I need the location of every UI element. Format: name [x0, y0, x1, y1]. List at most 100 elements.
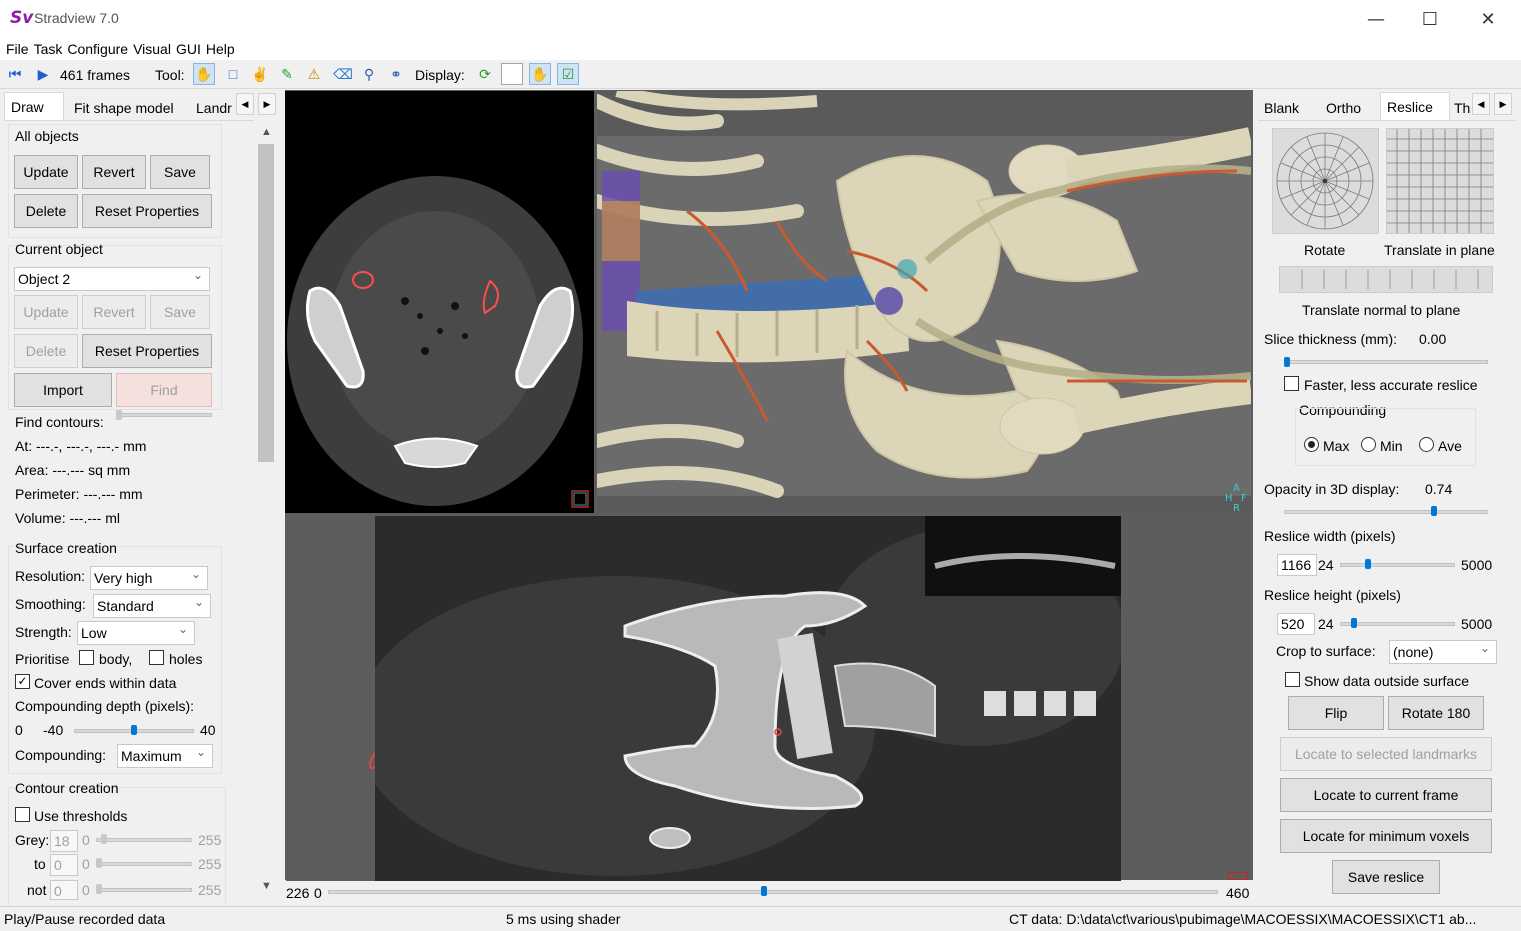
reslice-view[interactable] — [375, 516, 1121, 881]
frame-slider[interactable] — [328, 890, 1218, 894]
not-slider[interactable] — [96, 888, 192, 892]
close-icon[interactable]: ✕ — [1459, 0, 1517, 38]
reslice-width-input[interactable]: 1166 — [1277, 554, 1317, 576]
import-button[interactable]: Import — [14, 373, 112, 407]
find-contours-slider[interactable] — [116, 413, 212, 417]
find-contours-thumb[interactable] — [116, 410, 122, 420]
faster-reslice-checkbox[interactable] — [1284, 376, 1299, 391]
frame-slider-thumb[interactable] — [761, 886, 768, 896]
resolution-select[interactable]: Very high — [90, 566, 208, 590]
axial-view[interactable] — [285, 91, 594, 513]
menu-gui[interactable]: GUI — [176, 38, 201, 60]
find-button[interactable]: Find — [116, 373, 212, 407]
compounding-ave-radio[interactable] — [1419, 437, 1434, 452]
current-update-button[interactable]: Update — [14, 295, 78, 329]
right-tab-scroll-left-icon[interactable]: ◀ — [1472, 93, 1490, 115]
all-revert-button[interactable]: Revert — [82, 155, 146, 189]
current-save-button[interactable]: Save — [150, 295, 210, 329]
compounding-select[interactable]: Maximum — [117, 744, 213, 768]
all-save-button[interactable]: Save — [150, 155, 210, 189]
not-thumb[interactable] — [96, 884, 102, 894]
grey-thumb[interactable] — [101, 834, 107, 844]
opacity-slider[interactable] — [1284, 510, 1488, 514]
all-delete-button[interactable]: Delete — [14, 194, 78, 228]
locate-minimum-voxels-button[interactable]: Locate for minimum voxels — [1280, 819, 1492, 853]
display-edit-icon[interactable]: ☑ — [557, 63, 579, 85]
save-reslice-button[interactable]: Save reslice — [1332, 860, 1440, 894]
to-input[interactable]: 0 — [50, 854, 78, 876]
all-reset-properties-button[interactable]: Reset Properties — [82, 194, 212, 228]
current-reset-properties-button[interactable]: Reset Properties — [82, 334, 212, 368]
tab-ortho[interactable]: Ortho — [1320, 94, 1367, 122]
grey-input[interactable]: 18 — [50, 830, 78, 852]
strength-select[interactable]: Low — [77, 621, 195, 645]
smoothing-select[interactable]: Standard — [93, 594, 211, 618]
translate-in-plane-widget[interactable] — [1386, 128, 1494, 234]
measure-icon[interactable]: ⚠ — [303, 63, 325, 85]
use-thresholds-checkbox[interactable] — [15, 807, 30, 822]
tab-reslice[interactable]: Reslice — [1380, 92, 1450, 120]
menu-help[interactable]: Help — [206, 38, 235, 60]
all-update-button[interactable]: Update — [14, 155, 78, 189]
show-outside-checkbox[interactable] — [1285, 672, 1300, 687]
slice-thickness-slider[interactable] — [1284, 360, 1488, 364]
menu-visual[interactable]: Visual — [133, 38, 171, 60]
crop-select[interactable]: (none) — [1389, 640, 1497, 664]
compounding-max-radio[interactable] — [1304, 437, 1319, 452]
reslice-width-slider[interactable] — [1340, 563, 1455, 567]
right-tab-scroll-right-icon[interactable]: ▶ — [1494, 93, 1512, 115]
locate-landmarks-button[interactable]: Locate to selected landmarks — [1280, 737, 1492, 771]
tab-scroll-right-icon[interactable]: ▶ — [258, 93, 276, 115]
minimize-icon[interactable]: — — [1347, 0, 1405, 38]
tab-draw[interactable]: Draw — [4, 92, 64, 120]
current-delete-button[interactable]: Delete — [14, 334, 78, 368]
refresh-icon[interactable]: ⟳ — [474, 63, 496, 85]
maximize-icon[interactable]: ☐ — [1401, 0, 1459, 38]
rotate-180-button[interactable]: Rotate 180 — [1388, 696, 1484, 730]
tab-fit-shape-model[interactable]: Fit shape model — [68, 94, 180, 122]
tab-blank[interactable]: Blank — [1258, 94, 1305, 122]
eraser-icon[interactable]: ⌫ — [332, 63, 354, 85]
to-slider[interactable] — [96, 862, 192, 866]
tab-scroll-left-icon[interactable]: ◀ — [236, 93, 254, 115]
reslice-height-input[interactable]: 520 — [1277, 613, 1315, 635]
locate-frame-button[interactable]: Locate to current frame — [1280, 778, 1492, 812]
tab-thresholds[interactable]: Th — [1448, 94, 1472, 122]
translate-normal-widget[interactable] — [1279, 266, 1493, 293]
rotate-widget[interactable] — [1272, 128, 1379, 234]
select-region-icon[interactable]: □ — [222, 63, 244, 85]
to-thumb[interactable] — [96, 858, 102, 868]
opacity-thumb[interactable] — [1430, 506, 1437, 516]
zoom-icon[interactable]: ⚲ — [358, 63, 380, 85]
reslice-width-thumb[interactable] — [1365, 559, 1372, 569]
cover-ends-checkbox[interactable]: ✓ — [15, 674, 30, 689]
pointer-tool-icon[interactable]: ✋ — [193, 63, 215, 85]
tab-landmarks[interactable]: Landr — [190, 94, 232, 122]
blank-display-icon[interactable] — [501, 63, 523, 85]
scroll-up-icon[interactable]: ▲ — [261, 126, 272, 138]
skip-start-icon[interactable]: ⏮ — [4, 63, 26, 85]
display-pointer-icon[interactable]: ✋ — [529, 63, 551, 85]
reslice-height-thumb[interactable] — [1350, 618, 1357, 628]
flip-button[interactable]: Flip — [1288, 696, 1384, 730]
reslice-height-slider[interactable] — [1340, 622, 1455, 626]
prioritise-holes-checkbox[interactable] — [149, 650, 164, 665]
prioritise-body-checkbox[interactable] — [79, 650, 94, 665]
left-scrollbar[interactable]: ▲ ▼ — [256, 122, 276, 898]
compounding-depth-thumb[interactable] — [131, 725, 137, 735]
scrollbar-thumb[interactable] — [258, 144, 274, 462]
pencil-icon[interactable]: ✎ — [276, 63, 298, 85]
3d-view[interactable]: H A R F — [597, 91, 1251, 513]
scroll-down-icon[interactable]: ▼ — [261, 880, 272, 892]
hand-pan-icon[interactable]: ✌ — [249, 63, 271, 85]
menu-configure[interactable]: Configure — [67, 38, 128, 60]
grey-slider[interactable] — [96, 838, 192, 842]
menu-task[interactable]: Task — [34, 38, 63, 60]
zoom-person-icon[interactable]: ⚭ — [385, 63, 407, 85]
slice-thickness-thumb[interactable] — [1284, 357, 1290, 367]
not-input[interactable]: 0 — [50, 880, 78, 900]
play-icon[interactable]: ▶ — [32, 63, 54, 85]
menu-file[interactable]: File — [6, 38, 29, 60]
compounding-min-radio[interactable] — [1361, 437, 1376, 452]
current-revert-button[interactable]: Revert — [82, 295, 146, 329]
